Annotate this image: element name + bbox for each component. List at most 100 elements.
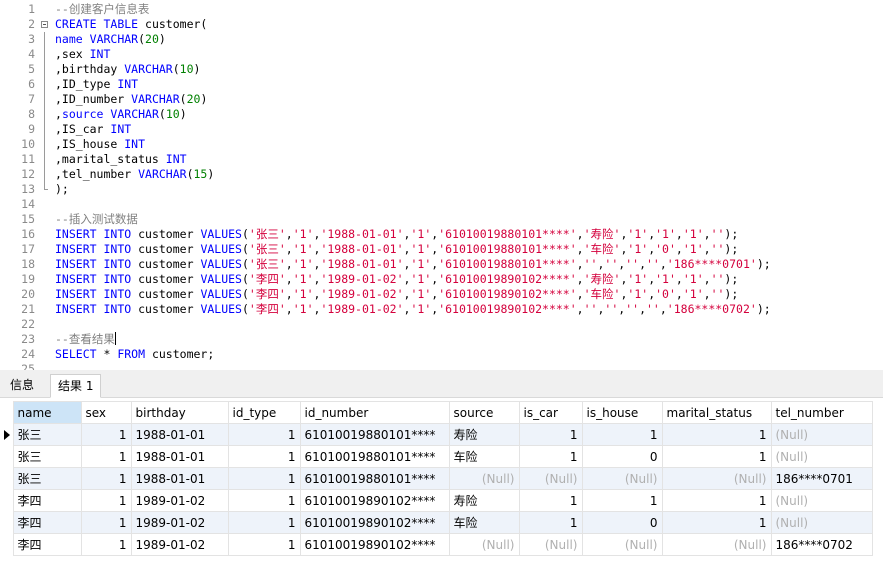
column-header-birthday[interactable]: birthday bbox=[130, 401, 229, 424]
column-header-tel-number[interactable]: tel_number bbox=[770, 401, 873, 424]
column-header-id-number[interactable]: id_number bbox=[299, 401, 450, 424]
code-token: '寿险' bbox=[583, 227, 621, 241]
cell-id-type[interactable]: 1 bbox=[227, 533, 301, 556]
cell-marital-status[interactable]: 1 bbox=[661, 423, 772, 446]
column-header-is-house[interactable]: is_house bbox=[581, 401, 663, 424]
code-token: , bbox=[675, 287, 683, 301]
cell-tel-number[interactable]: (Null) bbox=[770, 445, 873, 468]
row-indicator[interactable] bbox=[0, 511, 13, 534]
cell-id-number[interactable]: 61010019890102**** bbox=[299, 533, 450, 556]
table-row[interactable]: 张三 1 1988-01-01 1 61010019880101**** 车险 1 0 1 (Nu… bbox=[0, 445, 873, 468]
cell-source[interactable]: (Null) bbox=[448, 533, 520, 556]
column-header-id-type[interactable]: id_type bbox=[227, 401, 301, 424]
table-row[interactable]: 张三 1 1988-01-01 1 61010019880101**** 寿险 1 1 1 (Nu… bbox=[0, 423, 873, 446]
code-token: '1' bbox=[410, 272, 432, 286]
cell-sex[interactable]: 1 bbox=[80, 467, 132, 490]
cell-marital-status[interactable]: (Null) bbox=[661, 467, 772, 490]
cell-id-type[interactable]: 1 bbox=[227, 445, 301, 468]
cell-source[interactable]: (Null) bbox=[448, 467, 520, 490]
cell-birthday[interactable]: 1988-01-01 bbox=[130, 423, 229, 446]
cell-source[interactable]: 寿险 bbox=[448, 489, 520, 512]
code-token: 15 bbox=[193, 167, 208, 181]
cell-is-house[interactable]: 0 bbox=[581, 511, 663, 534]
cell-marital-status[interactable]: 1 bbox=[661, 445, 772, 468]
cell-sex[interactable]: 1 bbox=[80, 489, 132, 512]
cell-id-number[interactable]: 61010019890102**** bbox=[299, 489, 450, 512]
tab-result-1[interactable]: 结果 1 bbox=[50, 374, 102, 398]
cell-tel-number[interactable]: (Null) bbox=[770, 511, 873, 534]
cell-source[interactable]: 车险 bbox=[448, 445, 520, 468]
cell-id-type[interactable]: 1 bbox=[227, 489, 301, 512]
cell-marital-status[interactable]: 1 bbox=[661, 511, 772, 534]
code-token: , bbox=[55, 107, 62, 121]
cell-sex[interactable]: 1 bbox=[80, 511, 132, 534]
tab-info[interactable]: 信息 bbox=[3, 374, 41, 398]
cell-birthday[interactable]: 1989-01-02 bbox=[130, 489, 229, 512]
cell-is-car[interactable]: (Null) bbox=[518, 467, 583, 490]
cell-birthday[interactable]: 1988-01-01 bbox=[130, 467, 229, 490]
row-indicator[interactable] bbox=[0, 489, 13, 512]
code-token: , bbox=[576, 227, 584, 241]
code-token: VARCHAR bbox=[110, 107, 159, 121]
cell-is-house[interactable]: 1 bbox=[581, 489, 663, 512]
table-row[interactable]: 张三 1 1988-01-01 1 61010019880101**** (Null) (N… bbox=[0, 467, 873, 490]
cell-is-house[interactable]: 1 bbox=[581, 423, 663, 446]
cell-source[interactable]: 寿险 bbox=[448, 423, 520, 446]
cell-is-car[interactable]: 1 bbox=[518, 489, 583, 512]
cell-name[interactable]: 张三 bbox=[12, 445, 82, 468]
cell-is-car[interactable]: 1 bbox=[518, 445, 583, 468]
cell-source[interactable]: 车险 bbox=[448, 511, 520, 534]
cell-marital-status[interactable]: 1 bbox=[661, 489, 772, 512]
cell-id-number[interactable]: 61010019880101**** bbox=[299, 467, 450, 490]
cell-name[interactable]: 李四 bbox=[12, 533, 82, 556]
cell-is-car[interactable]: 1 bbox=[518, 511, 583, 534]
cell-birthday[interactable]: 1988-01-01 bbox=[130, 445, 229, 468]
cell-sex[interactable]: 1 bbox=[80, 533, 132, 556]
table-row[interactable]: 李四 1 1989-01-02 1 61010019890102**** 车险 1 0 1 (Nu… bbox=[0, 511, 873, 534]
row-indicator[interactable] bbox=[0, 445, 13, 468]
code-token: VARCHAR bbox=[131, 92, 180, 106]
column-header-source[interactable]: source bbox=[448, 401, 520, 424]
code-token: INTO bbox=[103, 287, 132, 301]
cell-name[interactable]: 张三 bbox=[12, 423, 82, 446]
code-token: , bbox=[576, 257, 584, 271]
cell-id-type[interactable]: 1 bbox=[227, 511, 301, 534]
code-line: 21 INSERT INTO customer VALUES('李四','1','… bbox=[0, 302, 883, 317]
code-token: ( bbox=[241, 302, 249, 316]
cell-name[interactable]: 张三 bbox=[12, 467, 82, 490]
cell-tel-number[interactable]: (Null) bbox=[770, 489, 873, 512]
cell-id-number[interactable]: 61010019890102**** bbox=[299, 511, 450, 534]
cell-name[interactable]: 李四 bbox=[12, 489, 82, 512]
line-number: 21 bbox=[21, 302, 35, 316]
column-header-is-car[interactable]: is_car bbox=[518, 401, 583, 424]
column-header-marital-status[interactable]: marital_status bbox=[661, 401, 772, 424]
column-header-sex[interactable]: sex bbox=[80, 401, 132, 424]
fold-collapse-icon[interactable] bbox=[41, 21, 48, 28]
cell-tel-number[interactable]: 186****0701 bbox=[770, 467, 873, 490]
cell-id-number[interactable]: 61010019880101**** bbox=[299, 423, 450, 446]
cell-sex[interactable]: 1 bbox=[80, 423, 132, 446]
cell-is-car[interactable]: (Null) bbox=[518, 533, 583, 556]
cell-is-house[interactable]: 0 bbox=[581, 445, 663, 468]
cell-sex[interactable]: 1 bbox=[80, 445, 132, 468]
cell-id-type[interactable]: 1 bbox=[227, 467, 301, 490]
row-indicator[interactable] bbox=[0, 423, 13, 446]
cell-birthday[interactable]: 1989-01-02 bbox=[130, 533, 229, 556]
cell-is-house[interactable]: (Null) bbox=[581, 533, 663, 556]
cell-id-number[interactable]: 61010019880101**** bbox=[299, 445, 450, 468]
cell-is-car[interactable]: 1 bbox=[518, 423, 583, 446]
table-row[interactable]: 李四 1 1989-01-02 1 61010019890102**** 寿险 1 1 1 (Nu… bbox=[0, 489, 873, 512]
cell-tel-number[interactable]: 186****0702 bbox=[770, 533, 873, 556]
row-indicator[interactable] bbox=[0, 467, 13, 490]
cell-name[interactable]: 李四 bbox=[12, 511, 82, 534]
table-row[interactable]: 李四 1 1989-01-02 1 61010019890102**** (Null) (N… bbox=[0, 533, 873, 556]
cell-marital-status[interactable]: (Null) bbox=[661, 533, 772, 556]
cell-id-type[interactable]: 1 bbox=[227, 423, 301, 446]
sql-editor[interactable]: 1 --创建客户信息表 2 CREATE TABLE customer(3 name V… bbox=[0, 0, 883, 370]
code-token: INTO bbox=[103, 302, 132, 316]
cell-is-house[interactable]: (Null) bbox=[581, 467, 663, 490]
column-header-name[interactable]: name bbox=[12, 401, 82, 424]
cell-birthday[interactable]: 1989-01-02 bbox=[130, 511, 229, 534]
cell-tel-number[interactable]: (Null) bbox=[770, 423, 873, 446]
row-indicator[interactable] bbox=[0, 533, 13, 556]
